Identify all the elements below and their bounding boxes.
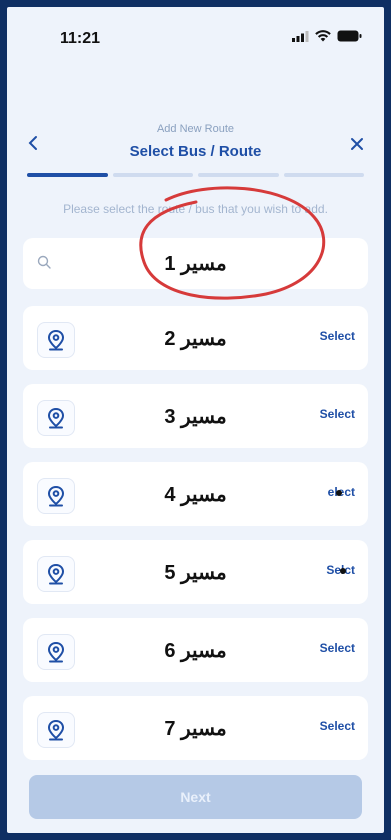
route-card[interactable]: مسير 7 Select [23,696,368,760]
route-label: مسير 5 [164,562,227,584]
close-icon [351,138,363,150]
route-card[interactable]: مسير 6 Select [23,618,368,682]
step-progress [27,173,364,177]
route-label: مسير 2 [164,328,227,350]
step-2 [112,173,193,177]
route-card[interactable]: مسير 2 Select [23,306,368,370]
route-list: مسير 2 Select مسير 3 Select مسير 4 elect… [23,306,368,774]
status-bar: 11:21 [7,7,384,63]
step-3 [198,173,279,177]
route-card[interactable]: مسير 3 Select [23,384,368,448]
next-button[interactable]: Next [29,775,362,819]
select-button[interactable]: Select [320,719,355,733]
instruction-text: Please select the route / bus that you w… [63,202,328,216]
route-label: مسير 4 [164,484,227,506]
wifi-icon [315,30,331,42]
search-input[interactable]: مسير 1 [23,238,368,289]
phone-screen: 11:21 Add New Route Select Bus / Route P… [7,7,384,833]
touch-dot [340,568,346,574]
select-button[interactable]: Select [320,407,355,421]
route-card[interactable]: مسير 5 Selct [23,540,368,604]
status-time: 11:21 [60,30,101,47]
step-4 [283,173,364,177]
close-button[interactable] [350,131,364,157]
signal-icon [292,30,309,42]
header: Add New Route Select Bus / Route [7,113,384,173]
route-label: مسير 6 [164,640,227,662]
route-label-1: مسير 1 [164,253,227,275]
route-card[interactable]: مسير 4 elect [23,462,368,526]
route-label: مسير 7 [164,718,227,740]
select-button[interactable]: Select [320,641,355,655]
touch-dot [336,490,342,496]
status-icons [292,30,362,42]
header-subtitle: Add New Route [156,123,235,135]
select-button[interactable]: Select [320,329,355,343]
route-label: مسير 3 [164,406,227,428]
step-1 [27,173,108,177]
battery-icon [337,30,362,42]
page-title: Select Bus / Route [129,143,262,160]
